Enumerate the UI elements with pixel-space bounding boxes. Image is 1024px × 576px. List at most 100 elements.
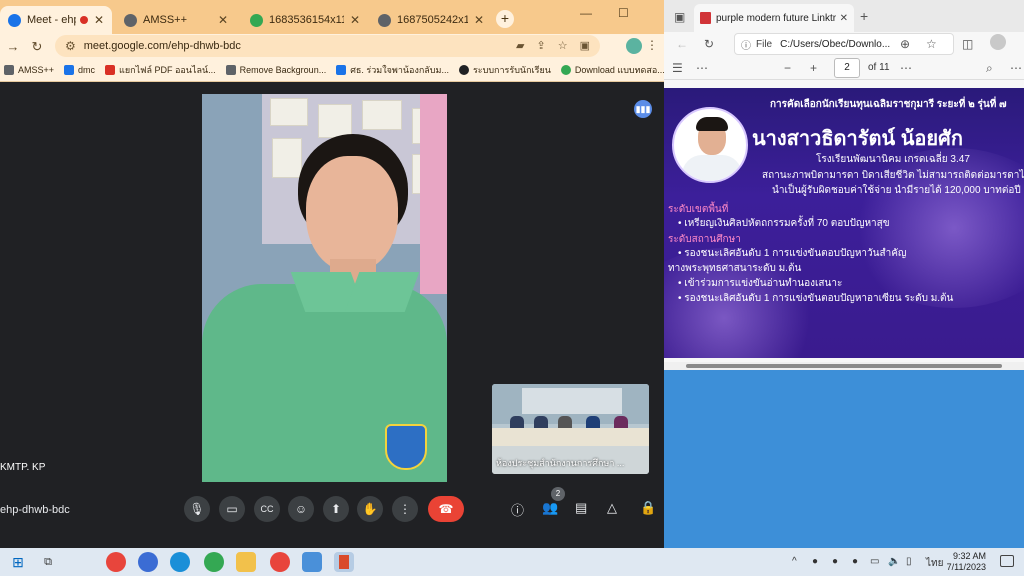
new-tab-icon[interactable]: + xyxy=(860,8,868,24)
close-icon[interactable]: ✕ xyxy=(350,13,360,27)
globe-icon xyxy=(458,64,469,75)
bookmark-item[interactable]: Download แบบทดสอ... xyxy=(560,63,665,77)
reload-icon[interactable]: ↻ xyxy=(704,37,714,51)
more-icon[interactable]: ⋯ xyxy=(696,61,708,75)
info-icon: ⓘ xyxy=(741,40,751,52)
tray-app-icon[interactable]: ● xyxy=(832,556,838,567)
contents-icon[interactable]: ☰ xyxy=(672,61,683,75)
horizontal-scrollbar[interactable] xyxy=(664,362,1024,370)
more-icon[interactable]: ⋯ xyxy=(1010,61,1022,75)
search-icon[interactable]: ⌕ xyxy=(986,61,993,76)
forward-icon[interactable]: → xyxy=(2,39,24,54)
mic-icon[interactable]: 🎙 xyxy=(184,496,210,522)
share-icon[interactable]: ⇪ xyxy=(537,39,546,52)
tab-pdf[interactable]: purple modern future Linktree B ✕ xyxy=(694,4,854,32)
main-video-tile[interactable] xyxy=(202,94,447,482)
close-icon[interactable]: ✕ xyxy=(218,13,228,27)
present-icon[interactable]: ⬆ xyxy=(323,496,349,522)
student-photo xyxy=(672,107,748,183)
chrome-profile-icon[interactable] xyxy=(204,552,224,572)
tab-meet[interactable]: Meet - ehp-dhwb ✕ xyxy=(0,6,112,34)
more-icon[interactable]: ⋮ xyxy=(392,496,418,522)
status-line-2: นำเป็นผู้รับผิดชอบค่าใช้จ่าย นำมีรายได้ … xyxy=(772,185,1021,196)
task-view-icon[interactable]: ⧉ xyxy=(38,552,58,572)
app-icon[interactable] xyxy=(138,552,158,572)
site-info-icon[interactable]: ⚙ xyxy=(65,39,76,53)
info-icon[interactable]: ⓘ xyxy=(511,500,524,519)
favorite-star-icon[interactable]: ☆ xyxy=(926,37,937,51)
tray-app-icon[interactable]: ● xyxy=(812,556,818,567)
language-indicator[interactable]: ไทย xyxy=(926,556,943,571)
profile-avatar[interactable] xyxy=(990,34,1006,50)
chat-icon[interactable]: ▤ xyxy=(575,500,587,516)
reload-icon[interactable]: ↻ xyxy=(26,39,48,55)
profile-avatar[interactable] xyxy=(626,38,642,54)
pdf-page: การคัดเลือกนักเรียนทุนเฉลิมราชกุมารี ระย… xyxy=(664,88,1024,358)
chrome-icon[interactable] xyxy=(106,552,126,572)
tab-search-icon[interactable]: ▣ xyxy=(580,39,590,52)
tab-label: purple modern future Linktree B xyxy=(716,12,836,24)
camera-icon[interactable]: ▭ xyxy=(219,496,245,522)
bookmark-item[interactable]: dmc xyxy=(64,64,95,75)
active-app-icon[interactable] xyxy=(334,552,354,572)
battery-icon[interactable]: ▯ xyxy=(906,556,912,567)
menu-icon[interactable]: ⋮ xyxy=(646,38,658,52)
edge-icon[interactable] xyxy=(170,552,190,572)
back-icon[interactable]: ← xyxy=(676,37,688,51)
page-number-input[interactable]: 2 xyxy=(834,58,860,78)
download-icon xyxy=(560,64,571,75)
zoom-in-icon[interactable]: + xyxy=(810,61,817,75)
minimize-icon[interactable]: — xyxy=(580,6,592,20)
page-total: of 11 xyxy=(868,62,890,73)
people-icon[interactable]: 👥 xyxy=(542,500,558,516)
close-icon[interactable]: ✕ xyxy=(840,13,848,24)
address-bar[interactable]: ⚙ meet.google.com/ehp-dhwb-bdc ▰ ⇪ ☆ ▣ xyxy=(55,35,600,57)
bookmarks-bar: AMSS++ dmc แยกไฟล์ PDF ออนไลน์... Remove… xyxy=(0,58,665,82)
windows-start-icon[interactable]: ⊞ xyxy=(8,552,28,572)
split-screen-icon[interactable]: ◫ xyxy=(962,37,973,51)
zoom-icon[interactable]: ⊕ xyxy=(900,37,910,51)
address-bar[interactable]: ⓘ File C:/Users/Obec/Downlo... xyxy=(734,33,954,55)
zoom-out-icon[interactable]: − xyxy=(784,61,791,75)
raise-hand-icon[interactable]: ✋ xyxy=(357,496,383,522)
photos-icon[interactable] xyxy=(302,552,322,572)
bookmark-item[interactable]: AMSS++ xyxy=(4,64,54,75)
network-icon[interactable]: ▭ xyxy=(870,556,879,567)
bookmark-item[interactable]: Remove Backgroun... xyxy=(225,64,326,75)
bookmark-star-icon[interactable]: ☆ xyxy=(558,39,568,52)
tab-amss[interactable]: AMSS++ ✕ xyxy=(116,6,236,34)
tab-label: 1683536154x112028... xyxy=(269,14,344,26)
bookmark-item[interactable]: ศธ. ร่วมใจพาน้องกลับม... xyxy=(336,63,449,77)
self-view-tile[interactable]: ห้องประชุมสำนักงานการศึกษา ... xyxy=(492,384,649,474)
scroll-thumb[interactable] xyxy=(686,364,1002,368)
edge-tab-strip: ▣ purple modern future Linktree B ✕ + xyxy=(664,0,1024,32)
captions-icon[interactable]: CC xyxy=(254,496,280,522)
bookmark-item[interactable]: แยกไฟล์ PDF ออนไลน์... xyxy=(105,63,216,77)
participant-name: KMTP. KP xyxy=(0,462,46,473)
bookmark-item[interactable]: ระบบการรับนักเรียน xyxy=(458,63,551,77)
file-explorer-icon[interactable] xyxy=(236,552,256,572)
tray-app-icon[interactable]: ● xyxy=(852,556,858,567)
activities-icon[interactable]: △ xyxy=(607,500,617,516)
clock[interactable]: 9:32 AM 7/11/2023 xyxy=(947,551,986,573)
section-heading: ระดับเขตพื้นที่ xyxy=(668,204,729,215)
new-tab-button[interactable]: + xyxy=(496,10,514,28)
emoji-icon[interactable]: ☺ xyxy=(288,496,314,522)
notifications-icon[interactable] xyxy=(1000,555,1014,567)
recording-indicator xyxy=(79,16,88,24)
host-controls-icon[interactable]: 🔒 xyxy=(640,500,656,516)
tab-image-2[interactable]: 1687505242x181290... ✕ xyxy=(370,6,492,34)
camera-in-use-icon[interactable]: ▰ xyxy=(516,39,524,52)
volume-icon[interactable]: 🔈 xyxy=(888,556,900,567)
tray-chevron-icon[interactable]: ^ xyxy=(792,556,797,567)
close-icon[interactable]: ✕ xyxy=(474,13,484,27)
more-icon[interactable]: ⋯ xyxy=(900,61,912,75)
end-call-icon[interactable]: ☎ xyxy=(428,496,464,522)
pdf-toolbar: ☰ ⋯ − + 2 of 11 ⋯ ⌕ ⋯ xyxy=(664,56,1024,80)
tab-image-1[interactable]: 1683536154x112028... ✕ xyxy=(242,6,368,34)
chrome-tab-strip: Meet - ehp-dhwb ✕ AMSS++ ✕ 1683536154x11… xyxy=(0,0,664,34)
maximize-icon[interactable]: ☐ xyxy=(618,6,629,20)
close-icon[interactable]: ✕ xyxy=(94,13,104,27)
chrome-alt-icon[interactable] xyxy=(270,552,290,572)
tab-actions-icon[interactable]: ▣ xyxy=(674,10,685,24)
